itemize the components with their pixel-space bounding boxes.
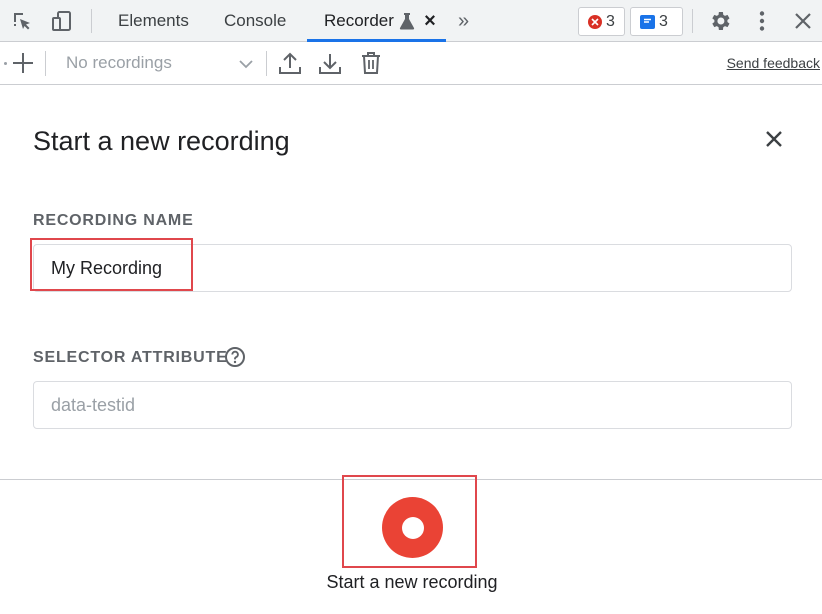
tab-console[interactable]: Console	[224, 0, 286, 42]
export-upload-icon[interactable]	[277, 50, 303, 76]
device-toolbar-icon[interactable]	[49, 8, 75, 34]
toolbar-grip	[4, 62, 7, 65]
experiment-flask-icon	[397, 9, 417, 33]
settings-gear-icon[interactable]	[707, 8, 733, 34]
start-recording-button[interactable]	[382, 497, 443, 558]
recording-name-input[interactable]	[33, 244, 792, 292]
selector-attribute-input[interactable]	[33, 381, 792, 429]
inspect-element-icon[interactable]	[9, 8, 35, 34]
errors-badge[interactable]: 3	[578, 7, 625, 36]
tab-recorder[interactable]: Recorder	[324, 0, 394, 42]
errors-count: 3	[606, 12, 615, 30]
recorder-toolbar: No recordings Send feedback	[0, 42, 822, 85]
selector-attribute-label: SELECTOR ATTRIBUTE	[33, 349, 228, 366]
record-dot-icon	[401, 516, 424, 539]
error-icon	[588, 14, 602, 29]
help-question-icon[interactable]	[224, 346, 246, 368]
delete-trash-icon[interactable]	[358, 50, 384, 76]
chevron-down-icon	[238, 56, 254, 76]
dialog-title: Start a new recording	[33, 126, 290, 156]
toolbar-divider	[45, 51, 46, 76]
close-devtools-icon[interactable]	[790, 8, 816, 34]
tab-elements[interactable]: Elements	[118, 0, 189, 42]
devtools-tabbar: Elements Console Recorder × » 3 3	[0, 0, 822, 42]
message-icon	[640, 14, 655, 29]
tabbar-divider-right	[692, 9, 693, 33]
close-recorder-tab-icon[interactable]: ×	[421, 11, 439, 31]
messages-count: 3	[659, 12, 668, 30]
send-feedback-link[interactable]: Send feedback	[727, 55, 820, 71]
import-download-icon[interactable]	[317, 50, 343, 76]
recordings-dropdown[interactable]: No recordings	[52, 48, 260, 78]
toolbar-divider-2	[266, 51, 267, 76]
more-options-kebab-icon[interactable]	[749, 8, 775, 34]
start-recording-caption: Start a new recording	[326, 572, 498, 592]
more-tabs-icon[interactable]: »	[458, 0, 469, 42]
recordings-dropdown-value: No recordings	[66, 53, 172, 72]
recording-name-label: RECORDING NAME	[33, 212, 194, 229]
create-recording-plus-icon[interactable]	[10, 50, 36, 76]
footer-divider	[0, 479, 822, 480]
close-dialog-icon[interactable]	[761, 126, 787, 152]
messages-badge[interactable]: 3	[630, 7, 683, 36]
tabbar-divider	[91, 9, 92, 33]
